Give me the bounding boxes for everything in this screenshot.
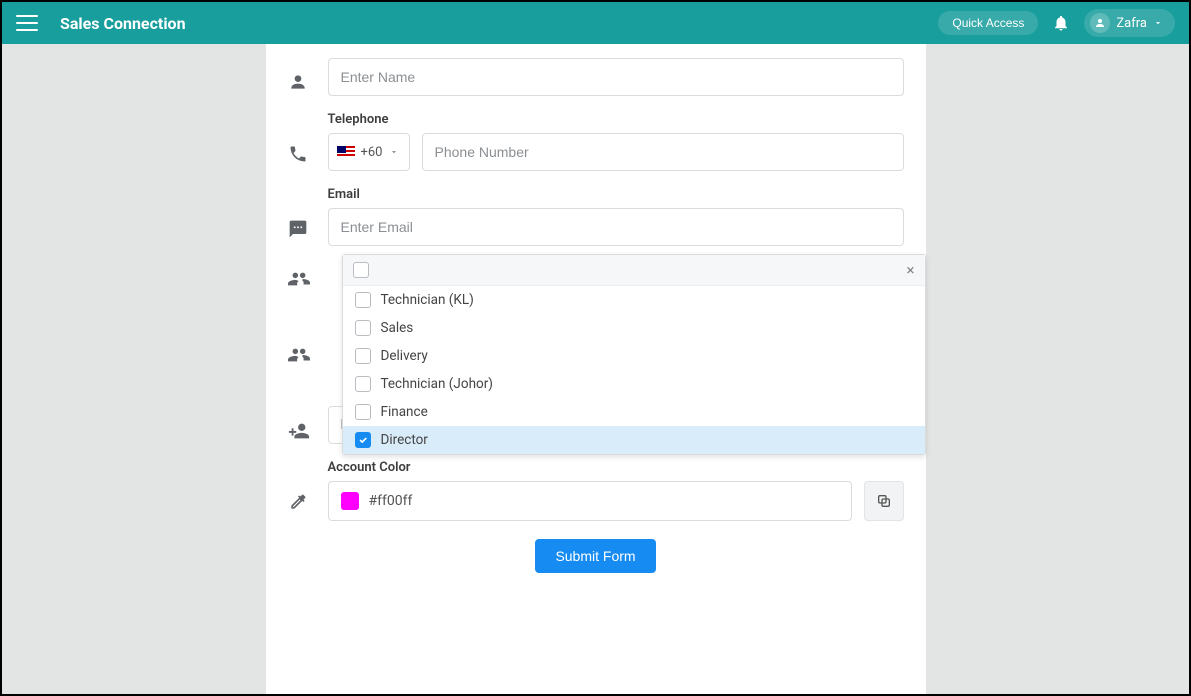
checkbox[interactable] [355, 292, 371, 308]
dropdown-option-label: Technician (Johor) [381, 376, 493, 392]
username-label: Zafra [1116, 16, 1147, 31]
dropdown-option[interactable]: Director [343, 426, 925, 454]
name-input[interactable] [328, 58, 904, 96]
copy-icon [876, 493, 892, 509]
checkbox[interactable] [355, 404, 371, 420]
dropdown-search-row: × [343, 255, 925, 286]
chat-icon [288, 187, 328, 239]
dropdown-option-label: Technician (KL) [381, 292, 474, 308]
dropdown-panel: × Technician (KL)SalesDeliveryTechnician… [342, 254, 926, 455]
topbar: Sales Connection Quick Access Zafra [2, 2, 1189, 44]
person-icon [288, 58, 328, 92]
form-card: Telephone +60 Em [266, 44, 926, 694]
submit-button[interactable]: Submit Form [535, 539, 655, 573]
checkbox[interactable] [355, 376, 371, 392]
group-icon [288, 330, 328, 366]
menu-icon[interactable] [16, 12, 38, 34]
dropdown-option-label: Delivery [381, 348, 428, 364]
color-input[interactable]: #ff00ff [328, 481, 852, 521]
eyedropper-icon [288, 460, 328, 512]
checkbox[interactable] [355, 320, 371, 336]
dropdown-option[interactable]: Delivery [343, 342, 925, 370]
quick-access-button[interactable]: Quick Access [938, 11, 1038, 35]
dropdown-option-label: Sales [381, 320, 414, 336]
phone-icon [288, 112, 328, 164]
chevron-down-icon [1153, 18, 1163, 28]
bell-icon[interactable] [1052, 14, 1070, 32]
person-add-icon [288, 406, 328, 442]
color-swatch [341, 492, 359, 510]
email-input[interactable] [328, 208, 904, 246]
dropdown-option[interactable]: Technician (KL) [343, 286, 925, 314]
copy-button[interactable] [864, 481, 904, 521]
chevron-down-icon [389, 147, 399, 157]
dropdown-option[interactable]: Technician (Johor) [343, 370, 925, 398]
dropdown-list: Technician (KL) Sales Delivery Technician (… [343, 286, 925, 454]
brand-title: Sales Connection [60, 14, 186, 33]
account-color-label: Account Color [328, 460, 904, 475]
content-area: Telephone +60 Em [2, 44, 1189, 694]
country-code-value: +60 [361, 145, 383, 160]
country-code-select[interactable]: +60 [328, 133, 410, 171]
group-icon [288, 254, 328, 290]
close-icon[interactable]: × [906, 261, 914, 279]
checkbox[interactable] [355, 432, 371, 448]
dropdown-option-label: Finance [381, 404, 428, 420]
dropdown-option[interactable]: Sales [343, 314, 925, 342]
dropdown-option-label: Director [381, 432, 428, 448]
color-value: #ff00ff [369, 493, 413, 509]
user-menu[interactable]: Zafra [1084, 9, 1175, 37]
dropdown-option[interactable]: Finance [343, 398, 925, 426]
select-all-checkbox[interactable] [353, 262, 369, 278]
checkbox[interactable] [355, 348, 371, 364]
email-label: Email [328, 187, 904, 202]
flag-icon [337, 146, 355, 158]
avatar-icon [1090, 13, 1110, 33]
telephone-label: Telephone [328, 112, 904, 127]
phone-input[interactable] [422, 133, 904, 171]
